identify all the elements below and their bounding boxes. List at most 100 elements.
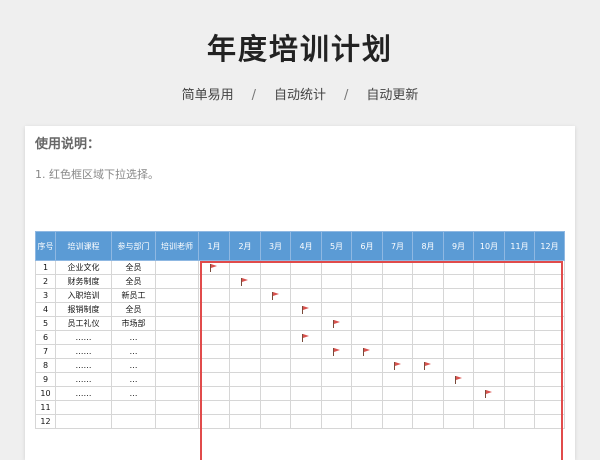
teacher-cell[interactable] (155, 372, 199, 387)
month-cell[interactable] (351, 386, 383, 401)
month-cell[interactable] (260, 288, 291, 303)
month-cell[interactable] (443, 414, 474, 429)
department-cell[interactable]: … (111, 330, 156, 345)
month-cell[interactable] (198, 288, 230, 303)
month-cell[interactable] (321, 302, 352, 317)
month-cell[interactable] (290, 386, 322, 401)
course-cell[interactable]: 企业文化 (55, 260, 112, 275)
department-cell[interactable]: … (111, 372, 156, 387)
month-cell[interactable] (473, 330, 505, 345)
month-cell[interactable] (534, 274, 565, 289)
month-cell[interactable] (412, 288, 444, 303)
month-cell[interactable] (260, 260, 291, 275)
month-cell[interactable] (351, 358, 383, 373)
department-cell[interactable]: 全员 (111, 274, 156, 289)
month-cell[interactable] (351, 372, 383, 387)
month-cell[interactable] (382, 274, 413, 289)
department-cell[interactable] (111, 414, 156, 429)
month-cell[interactable] (382, 302, 413, 317)
month-cell[interactable] (443, 302, 474, 317)
teacher-cell[interactable] (155, 358, 199, 373)
month-cell[interactable] (412, 316, 444, 331)
month-cell[interactable] (198, 372, 230, 387)
month-cell[interactable] (290, 260, 322, 275)
month-cell[interactable] (290, 316, 322, 331)
month-cell[interactable] (382, 414, 413, 429)
month-cell[interactable] (198, 414, 230, 429)
month-cell[interactable] (321, 358, 352, 373)
month-cell[interactable] (412, 358, 444, 373)
month-cell[interactable] (321, 372, 352, 387)
month-cell[interactable] (504, 330, 535, 345)
month-cell[interactable] (412, 372, 444, 387)
month-cell[interactable] (321, 344, 352, 359)
month-cell[interactable] (534, 344, 565, 359)
department-cell[interactable]: … (111, 358, 156, 373)
month-cell[interactable] (412, 260, 444, 275)
month-cell[interactable] (290, 288, 322, 303)
month-cell[interactable] (534, 302, 565, 317)
month-cell[interactable] (504, 386, 535, 401)
month-cell[interactable] (504, 260, 535, 275)
month-cell[interactable] (473, 372, 505, 387)
month-cell[interactable] (229, 400, 261, 415)
course-cell[interactable]: …… (55, 358, 112, 373)
month-cell[interactable] (504, 358, 535, 373)
month-cell[interactable] (382, 358, 413, 373)
month-cell[interactable] (504, 316, 535, 331)
month-cell[interactable] (382, 400, 413, 415)
month-cell[interactable] (321, 414, 352, 429)
month-cell[interactable] (198, 302, 230, 317)
month-cell[interactable] (260, 372, 291, 387)
month-cell[interactable] (412, 400, 444, 415)
month-cell[interactable] (290, 344, 322, 359)
month-cell[interactable] (260, 274, 291, 289)
month-cell[interactable] (198, 330, 230, 345)
month-cell[interactable] (198, 344, 230, 359)
month-cell[interactable] (504, 400, 535, 415)
month-cell[interactable] (321, 288, 352, 303)
month-cell[interactable] (443, 386, 474, 401)
month-cell[interactable] (473, 414, 505, 429)
month-cell[interactable] (534, 414, 565, 429)
month-cell[interactable] (351, 316, 383, 331)
month-cell[interactable] (290, 302, 322, 317)
month-cell[interactable] (382, 330, 413, 345)
month-cell[interactable] (382, 386, 413, 401)
month-cell[interactable] (351, 414, 383, 429)
month-cell[interactable] (473, 386, 505, 401)
course-cell[interactable]: 财务制度 (55, 274, 112, 289)
course-cell[interactable]: …… (55, 386, 112, 401)
month-cell[interactable] (229, 386, 261, 401)
month-cell[interactable] (321, 260, 352, 275)
month-cell[interactable] (504, 274, 535, 289)
teacher-cell[interactable] (155, 386, 199, 401)
month-cell[interactable] (198, 386, 230, 401)
month-cell[interactable] (473, 400, 505, 415)
month-cell[interactable] (534, 316, 565, 331)
month-cell[interactable] (443, 344, 474, 359)
department-cell[interactable]: 市场部 (111, 316, 156, 331)
month-cell[interactable] (534, 288, 565, 303)
month-cell[interactable] (290, 400, 322, 415)
month-cell[interactable] (198, 260, 230, 275)
month-cell[interactable] (229, 260, 261, 275)
course-cell[interactable] (55, 400, 112, 415)
month-cell[interactable] (260, 316, 291, 331)
month-cell[interactable] (198, 316, 230, 331)
teacher-cell[interactable] (155, 260, 199, 275)
department-cell[interactable]: 全员 (111, 260, 156, 275)
month-cell[interactable] (351, 344, 383, 359)
month-cell[interactable] (229, 288, 261, 303)
month-cell[interactable] (443, 274, 474, 289)
month-cell[interactable] (229, 344, 261, 359)
course-cell[interactable] (55, 414, 112, 429)
month-cell[interactable] (198, 358, 230, 373)
month-cell[interactable] (321, 316, 352, 331)
month-cell[interactable] (351, 302, 383, 317)
month-cell[interactable] (443, 400, 474, 415)
teacher-cell[interactable] (155, 316, 199, 331)
department-cell[interactable] (111, 400, 156, 415)
course-cell[interactable]: 入职培训 (55, 288, 112, 303)
month-cell[interactable] (412, 330, 444, 345)
